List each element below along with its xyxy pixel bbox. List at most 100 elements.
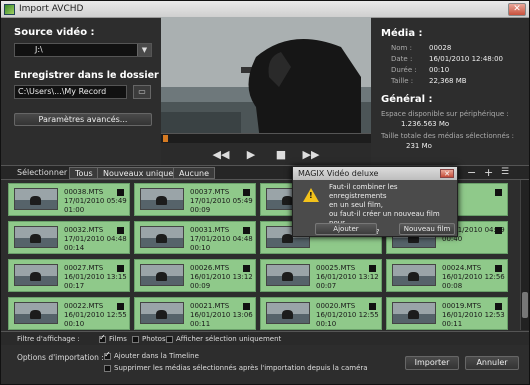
clip-thumbnail (14, 188, 58, 210)
app-icon (4, 3, 15, 15)
clip-tile[interactable]: 00027.MTS 16/01/2010 13:15 00:17 (8, 259, 130, 292)
combine-dialog: MAGIX Vidéo deluxe ✕ ! Faut-il combiner … (292, 166, 458, 237)
rewind-button[interactable]: ◀◀ (209, 146, 233, 162)
source-drive-select[interactable]: J:\ ▼ (14, 43, 152, 57)
zoom-in-icon[interactable]: + (484, 166, 493, 179)
clip-select-checkbox[interactable] (117, 189, 124, 196)
clip-select-checkbox[interactable] (243, 189, 250, 196)
clip-tile[interactable]: 00026.MTS 16/01/2010 13:12 00:09 (134, 259, 256, 292)
clip-date: 16/01/2010 12:55 (316, 311, 379, 319)
clip-tile[interactable]: 00031.MTS 17/01/2010 04:48 00:10 (134, 221, 256, 254)
dialog-close-button[interactable]: ✕ (440, 169, 454, 178)
clip-thumbnail (14, 226, 58, 248)
clip-thumbnail (266, 264, 310, 286)
select-none-button[interactable]: Aucune (173, 167, 216, 179)
play-button[interactable]: ▶ (239, 146, 263, 162)
clip-dur: 00:17 (64, 282, 85, 290)
add-timeline-checkbox[interactable] (104, 350, 111, 360)
rewind-icon: ◀◀ (212, 147, 230, 161)
clip-tile[interactable]: 00038.MTS 17/01/2010 05:49 01:00 (8, 183, 130, 216)
delete-after-checkbox[interactable] (104, 365, 111, 372)
clip-select-checkbox[interactable] (243, 265, 250, 272)
clip-select-checkbox[interactable] (495, 265, 502, 272)
free-space-label: Espace disponible sur périphérique : (381, 110, 509, 118)
clip-date: 17/01/2010 04:48 (64, 235, 127, 243)
media-date-key: Date : (391, 55, 413, 63)
selected-only-checkbox[interactable] (166, 336, 173, 343)
clip-dur: 01:00 (64, 206, 85, 214)
transport-controls: ◀◀ ▶ ■ ▶▶ (161, 143, 371, 165)
preview-frame-image (161, 17, 371, 149)
chevron-down-icon[interactable]: ▼ (137, 44, 151, 56)
films-checkbox[interactable] (99, 333, 106, 343)
media-size-value: 22,368 MB (429, 77, 467, 85)
clip-select-checkbox[interactable] (243, 227, 250, 234)
save-path-field[interactable]: C:\Users\...\My Record (14, 85, 127, 99)
dialog-new-film-button[interactable]: Nouveau film (399, 223, 455, 235)
dialog-message-line: en un seul film, (329, 201, 384, 209)
zoom-out-icon[interactable]: − (467, 166, 476, 179)
clip-select-checkbox[interactable] (369, 303, 376, 310)
clip-date: 16/01/2010 13:12 (316, 273, 379, 281)
clip-date: 16/01/2010 13:15 (64, 273, 127, 281)
cancel-button[interactable]: Annuler (465, 356, 519, 370)
window-title: Import AVCHD (19, 4, 84, 14)
selection-label: Sélectionner : (17, 168, 73, 177)
clip-dur: 00:10 (316, 320, 337, 328)
clip-select-checkbox[interactable] (369, 265, 376, 272)
clip-thumbnail (14, 264, 58, 286)
free-space-value: 1.236.563 Mo (401, 120, 450, 128)
photos-checkbox[interactable] (132, 336, 139, 343)
clip-dur: 00:09 (190, 206, 211, 214)
clip-thumbnail (266, 302, 310, 324)
general-heading: Général : (381, 94, 433, 105)
window-close-button[interactable]: ✕ (508, 2, 526, 16)
title-bar: Import AVCHD ✕ (1, 1, 529, 18)
clip-tile[interactable]: 00022.MTS 16/01/2010 12:55 00:10 (8, 297, 130, 330)
media-heading: Média : (381, 28, 423, 39)
clip-thumbnail (140, 264, 184, 286)
films-label: Films (109, 335, 127, 343)
stop-icon: ■ (275, 147, 287, 161)
stop-button[interactable]: ■ (269, 146, 293, 162)
clip-thumbnail (14, 302, 58, 324)
clip-tile[interactable]: 00024.MTS 16/01/2010 12:56 00:08 (386, 259, 508, 292)
clip-tile[interactable]: 00020.MTS 16/01/2010 12:55 00:10 (260, 297, 382, 330)
clip-select-checkbox[interactable] (495, 227, 502, 234)
clip-date: 16/01/2010 12:55 (64, 311, 127, 319)
selected-only-label: Afficher sélection uniquement (176, 335, 282, 343)
source-drive-value: J:\ (35, 45, 43, 54)
list-view-icon[interactable]: ☰ (501, 167, 509, 177)
import-button[interactable]: Importer (405, 356, 459, 370)
clip-grid-scrollbar[interactable] (520, 180, 529, 330)
clip-tile[interactable]: 00025.MTS 16/01/2010 13:12 00:07 (260, 259, 382, 292)
clip-select-checkbox[interactable] (117, 265, 124, 272)
clip-select-checkbox[interactable] (117, 227, 124, 234)
seek-handle[interactable] (163, 135, 168, 142)
clip-select-checkbox[interactable] (117, 303, 124, 310)
media-date-value: 16/01/2010 12:48:00 (429, 55, 504, 63)
select-all-button[interactable]: Tous (69, 167, 99, 179)
fast-forward-button[interactable]: ▶▶ (299, 146, 323, 162)
clip-date: 16/01/2010 12:53 (442, 311, 505, 319)
clip-thumbnail (392, 302, 436, 324)
clip-tile[interactable]: 00019.MTS 16/01/2010 12:53 00:11 (386, 297, 508, 330)
clip-tile[interactable]: 00037.MTS 17/01/2010 05:49 00:09 (134, 183, 256, 216)
clip-date: 17/01/2010 05:49 (190, 197, 253, 205)
clip-select-checkbox[interactable] (495, 303, 502, 310)
media-size-key: Taille : (391, 77, 414, 85)
advanced-settings-button[interactable]: Paramètres avancés... (14, 113, 152, 126)
clip-tile[interactable]: 00032.MTS 17/01/2010 04:48 00:14 (8, 221, 130, 254)
video-preview (161, 17, 371, 149)
play-icon: ▶ (246, 147, 256, 161)
clip-select-checkbox[interactable] (243, 303, 250, 310)
playback-seek-bar[interactable] (161, 133, 371, 143)
clip-tile[interactable]: 00021.MTS 16/01/2010 13:06 00:11 (134, 297, 256, 330)
import-window: Import AVCHD ✕ Source vidéo : J:\ ▼ Enre… (0, 0, 530, 385)
browse-folder-button[interactable]: ▭ (133, 85, 151, 99)
clip-select-checkbox[interactable] (495, 189, 502, 196)
scrollbar-thumb[interactable] (522, 292, 528, 318)
source-label: Source vidéo : (14, 27, 95, 38)
dialog-add-button[interactable]: Ajouter (315, 223, 377, 235)
dialog-title: MAGIX Vidéo deluxe (293, 167, 457, 180)
